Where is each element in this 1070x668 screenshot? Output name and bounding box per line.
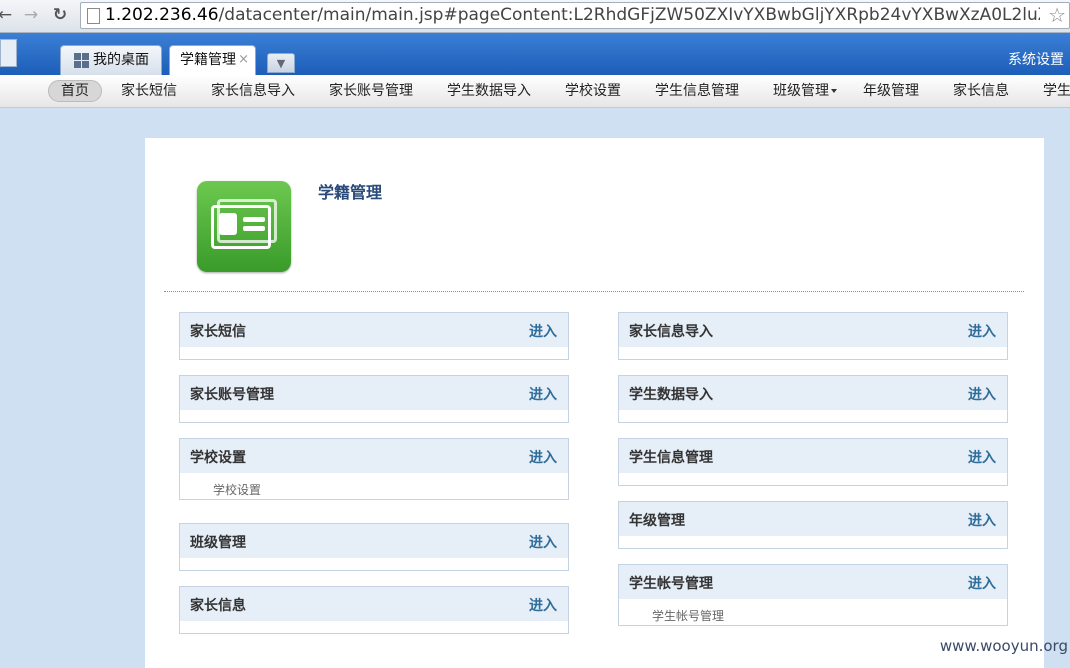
panel-title: 家长信息 bbox=[190, 598, 246, 614]
system-settings-link[interactable]: 系统设置 bbox=[1008, 49, 1064, 69]
panel-header: 家长信息导入 进入 bbox=[619, 313, 1007, 347]
panel-header: 班级管理 进入 bbox=[180, 524, 568, 558]
panel-body bbox=[180, 347, 568, 359]
panel-title: 学校设置 bbox=[190, 450, 246, 466]
panel-title: 年级管理 bbox=[629, 513, 685, 529]
panel-header: 家长短信 进入 bbox=[180, 313, 568, 347]
enter-link[interactable]: 进入 bbox=[529, 447, 557, 467]
card-line-shape bbox=[243, 217, 265, 222]
panel-header: 学生信息管理 进入 bbox=[619, 439, 1007, 473]
tab-student-records[interactable]: 学籍管理 × bbox=[169, 45, 256, 75]
enter-link[interactable]: 进入 bbox=[968, 447, 996, 467]
app-logo-icon bbox=[0, 39, 17, 67]
student-card-icon bbox=[197, 181, 291, 272]
panel-title: 学生帐号管理 bbox=[629, 576, 713, 592]
back-arrow-icon[interactable]: ← bbox=[0, 4, 16, 26]
subnav-item-parent-import[interactable]: 家长信息导入 bbox=[211, 81, 295, 101]
panel-title: 家长短信 bbox=[190, 324, 246, 340]
address-bar[interactable]: 1.202.236.46/datacenter/main/main.jsp#pa… bbox=[80, 2, 1070, 29]
subnav-item-class-mgmt[interactable]: 班级管理 bbox=[773, 81, 837, 101]
module-panel-parent-sms: 家长短信 进入 bbox=[179, 312, 569, 360]
panel-body bbox=[180, 558, 568, 570]
url-text[interactable]: 1.202.236.46/datacenter/main/main.jsp#pa… bbox=[105, 5, 1040, 26]
panel-body bbox=[180, 621, 568, 633]
subnav-item-label: 班级管理 bbox=[773, 83, 829, 99]
enter-link[interactable]: 进入 bbox=[968, 321, 996, 341]
app-header: 我的桌面 学籍管理 × ▼ 系统设置 bbox=[0, 33, 1070, 75]
enter-link[interactable]: 进入 bbox=[968, 510, 996, 530]
enter-link[interactable]: 进入 bbox=[968, 573, 996, 593]
module-panel-school-settings: 学校设置 进入 学校设置 bbox=[179, 438, 569, 500]
divider bbox=[164, 291, 1024, 292]
panel-header: 学校设置 进入 bbox=[180, 439, 568, 473]
panel-header: 家长信息 进入 bbox=[180, 587, 568, 621]
subnav-item-student-import[interactable]: 学生数据导入 bbox=[447, 81, 531, 101]
subnav-item-parent-account[interactable]: 家长账号管理 bbox=[329, 81, 413, 101]
chevron-down-icon bbox=[831, 89, 837, 93]
url-host: 1.202.236.46 bbox=[105, 5, 219, 25]
module-panel-parent-account: 家长账号管理 进入 bbox=[179, 375, 569, 423]
reload-icon[interactable]: ↻ bbox=[49, 4, 71, 26]
subnav-item-student[interactable]: 学生 bbox=[1043, 81, 1070, 101]
panel-header: 学生帐号管理 进入 bbox=[619, 565, 1007, 599]
panel-title: 班级管理 bbox=[190, 535, 246, 551]
module-panel-grade-mgmt: 年级管理 进入 bbox=[618, 501, 1008, 549]
panel-body bbox=[619, 410, 1007, 422]
panel-body bbox=[619, 473, 1007, 485]
tab-label: 我的桌面 bbox=[93, 52, 149, 68]
bookmark-star-icon[interactable]: ☆ bbox=[1048, 3, 1066, 27]
panel-body bbox=[619, 347, 1007, 359]
subnav-item-student-info[interactable]: 学生信息管理 bbox=[655, 81, 739, 101]
module-panel-parent-info: 家长信息 进入 bbox=[179, 586, 569, 634]
module-panel-student-import: 学生数据导入 进入 bbox=[618, 375, 1008, 423]
enter-link[interactable]: 进入 bbox=[529, 321, 557, 341]
forward-arrow-icon[interactable]: → bbox=[20, 4, 42, 26]
panel-header: 年级管理 进入 bbox=[619, 502, 1007, 536]
panel-title: 学生数据导入 bbox=[629, 387, 713, 403]
sub-nav: 首页 家长短信 家长信息导入 家长账号管理 学生数据导入 学校设置 学生信息管理… bbox=[0, 75, 1070, 108]
panel-title: 家长账号管理 bbox=[190, 387, 274, 403]
module-panel-student-info: 学生信息管理 进入 bbox=[618, 438, 1008, 486]
desktop-grid-icon bbox=[74, 53, 89, 68]
page-icon bbox=[87, 8, 100, 24]
url-path: /datacenter/main/main.jsp#pageContent:L2… bbox=[218, 5, 1040, 25]
module-panel-parent-import: 家长信息导入 进入 bbox=[618, 312, 1008, 360]
module-panel-class-mgmt: 班级管理 进入 bbox=[179, 523, 569, 571]
card-line-shape bbox=[243, 226, 265, 231]
enter-link[interactable]: 进入 bbox=[529, 384, 557, 404]
panel-body bbox=[619, 536, 1007, 548]
subnav-item-parent-info[interactable]: 家长信息 bbox=[953, 81, 1009, 101]
panel-description: 学校设置 bbox=[213, 483, 262, 497]
watermark: www.wooyun.org bbox=[939, 637, 1068, 655]
subnav-item-parent-sms[interactable]: 家长短信 bbox=[121, 81, 177, 101]
tab-dropdown-icon[interactable]: ▼ bbox=[267, 53, 295, 73]
enter-link[interactable]: 进入 bbox=[968, 384, 996, 404]
module-panel-student-account: 学生帐号管理 进入 学生帐号管理 bbox=[618, 564, 1008, 626]
enter-link[interactable]: 进入 bbox=[529, 595, 557, 615]
subnav-item-school-settings[interactable]: 学校设置 bbox=[565, 81, 621, 101]
panel-description: 学生帐号管理 bbox=[652, 609, 725, 623]
enter-link[interactable]: 进入 bbox=[529, 532, 557, 552]
panel-title: 学生信息管理 bbox=[629, 450, 713, 466]
close-icon[interactable]: × bbox=[238, 46, 249, 74]
panel-header: 学生数据导入 进入 bbox=[619, 376, 1007, 410]
page-title: 学籍管理 bbox=[318, 183, 383, 202]
subnav-item-grade-mgmt[interactable]: 年级管理 bbox=[863, 81, 919, 101]
tab-label: 学籍管理 bbox=[180, 52, 236, 68]
panel-title: 家长信息导入 bbox=[629, 324, 713, 340]
main-content: 学籍管理 家长短信 进入 家长账号管理 进入 学校设置 进入 学校设置 班级管理… bbox=[145, 138, 1044, 668]
browser-toolbar: ← → ↻ 1.202.236.46/datacenter/main/main.… bbox=[0, 0, 1070, 33]
card-photo-shape bbox=[219, 213, 237, 235]
panel-header: 家长账号管理 进入 bbox=[180, 376, 568, 410]
panel-body bbox=[180, 410, 568, 422]
subnav-item-home[interactable]: 首页 bbox=[48, 80, 102, 102]
tab-my-desktop[interactable]: 我的桌面 bbox=[60, 45, 162, 75]
